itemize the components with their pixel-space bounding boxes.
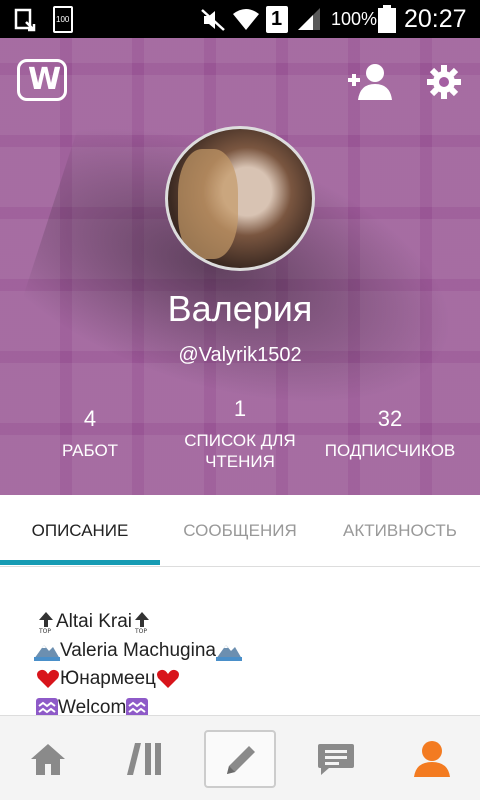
write-icon [227, 746, 255, 774]
stat-followers-value: 32 [377, 406, 403, 431]
profile-description: TOP Altai Krai TOP Valeria Machugina Юнарм… [0, 567, 480, 717]
mountain-icon [215, 644, 242, 661]
stat-reading-list-label: СПИСОК ДЛЯ ЧТЕНИЯ [170, 430, 310, 472]
storage-icon: 100 [53, 6, 73, 33]
profile-tabs: ОПИСАНИЕ СООБЩЕНИЯ АКТИВНОСТЬ [0, 495, 480, 567]
nav-messages[interactable] [288, 716, 384, 800]
mute-icon [201, 9, 225, 31]
description-line: Юнармеец [36, 668, 180, 690]
library-icon [127, 743, 161, 775]
description-line-text: Altai Krai [56, 611, 133, 633]
svg-text:TOP: TOP [38, 628, 51, 633]
description-line: Welcom [36, 697, 149, 717]
settings-icon[interactable] [426, 64, 462, 100]
stat-reading-list[interactable]: 1 СПИСОК ДЛЯ ЧТЕНИЯ [170, 396, 310, 472]
add-friend-icon[interactable] [344, 62, 394, 102]
avatar[interactable] [165, 126, 315, 271]
profile-header: W Валерия @Valyrik1502 4 РАБОТ 1 СПИСОК [0, 38, 480, 495]
description-line-text: Welcom [58, 697, 127, 717]
tab-activity[interactable]: АКТИВНОСТЬ [320, 495, 480, 567]
stat-followers[interactable]: 32 ПОДПИСЧИКОВ [320, 406, 460, 461]
top-arrow-icon: TOP [38, 612, 53, 633]
sim-badge: 1 [271, 8, 283, 30]
wattpad-logo[interactable]: W [17, 59, 67, 101]
stat-works-label: РАБОТ [61, 441, 119, 460]
bottom-nav [0, 715, 480, 800]
svg-text:TOP: TOP [134, 628, 147, 633]
profile-username: @Valyrik1502 [178, 344, 302, 366]
profile-icon [414, 741, 450, 777]
heart-icon [156, 669, 179, 688]
stat-works[interactable]: 4 РАБОТ [30, 406, 150, 461]
storage-badge: 100 [56, 15, 70, 24]
stat-reading-list-label-line1: СПИСОК ДЛЯ [184, 431, 296, 450]
description-line: Valeria Machugina [34, 640, 242, 662]
tab-description[interactable]: ОПИСАНИЕ [0, 495, 160, 567]
signal-icon [298, 8, 320, 30]
screenshot-icon [14, 8, 36, 32]
heart-icon [37, 669, 59, 688]
mountain-icon [34, 644, 60, 661]
avatar-photo [178, 149, 238, 259]
clock: 20:27 [404, 5, 467, 33]
stat-followers-label: ПОДПИСЧИКОВ [324, 441, 456, 460]
description-line-text: Valeria Machugina [60, 640, 216, 661]
description-line-text: Юнармеец [60, 668, 156, 689]
tab-indicator [0, 560, 160, 565]
battery-percent: 100% [331, 9, 378, 29]
status-bar: 100 1 100% 20:27 [0, 0, 480, 38]
stat-reading-list-label-line2: ЧТЕНИЯ [205, 452, 275, 471]
nav-write[interactable] [204, 730, 276, 788]
stat-reading-list-value: 1 [233, 396, 247, 421]
messages-icon [318, 744, 354, 775]
nav-profile[interactable] [384, 716, 480, 800]
logo-letter: W [28, 62, 62, 97]
tab-messages[interactable]: СООБЩЕНИЯ [160, 495, 320, 567]
sim-icon: 1 [266, 6, 288, 33]
top-arrow-icon: TOP [134, 612, 150, 633]
battery-icon [378, 5, 396, 33]
description-line: TOP Altai Krai TOP [36, 611, 152, 633]
home-icon [31, 744, 65, 775]
nav-library[interactable] [96, 716, 192, 800]
stat-works-value: 4 [83, 406, 97, 431]
wifi-icon [233, 9, 259, 30]
profile-name: Валерия [167, 288, 313, 329]
nav-home[interactable] [0, 716, 96, 800]
